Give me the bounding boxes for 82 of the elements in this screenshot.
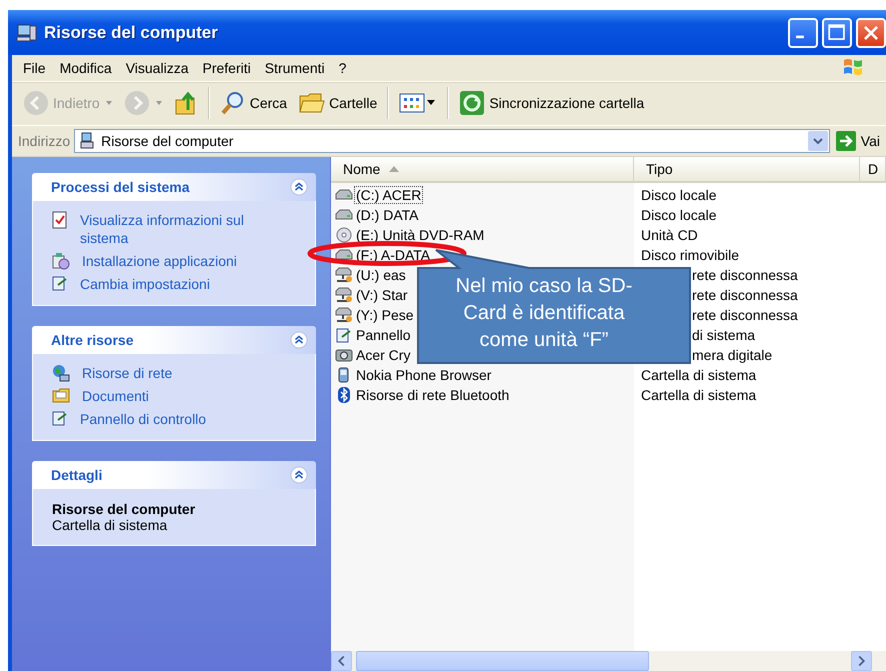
file-type: Disco locale: [641, 207, 716, 223]
callout-text: Nel mio caso la SD-Card è identificata come unità “F”: [454, 274, 634, 353]
windows-logo-icon: [842, 56, 864, 76]
minimize-button[interactable]: [788, 18, 818, 48]
sort-up-icon: [388, 165, 400, 173]
install-icon: [52, 252, 70, 270]
folders-button[interactable]: Cartelle: [294, 90, 382, 116]
file-name[interactable]: (V:) Star: [354, 286, 410, 304]
search-icon: [220, 90, 246, 116]
network-drive-icon: [335, 307, 353, 323]
scroll-left-button[interactable]: [331, 651, 352, 671]
task-link[interactable]: Pannello di controllo: [80, 410, 260, 428]
menu-item[interactable]: Visualizza: [120, 58, 194, 78]
menu-item[interactable]: Modifica: [54, 58, 118, 78]
address-field[interactable]: Risorse del computer: [74, 129, 830, 153]
file-name[interactable]: (D:) DATA: [354, 206, 420, 224]
file-name[interactable]: (C:) ACER: [354, 186, 424, 204]
file-type: Disco rimovibile: [641, 247, 740, 263]
arrow-right-icon: [836, 131, 856, 151]
search-button[interactable]: Cerca: [214, 88, 292, 118]
drive-icon: [335, 189, 353, 201]
control-panel-icon: [335, 327, 353, 343]
file-name[interactable]: (E:) Unità DVD-RAM: [354, 226, 486, 244]
scrollbar-thumb[interactable]: [356, 651, 649, 671]
file-type: rete disconnessa: [691, 267, 798, 283]
network-drive-icon: [335, 267, 353, 283]
task-panel-title: Dettagli: [51, 467, 102, 483]
drive-icon: [335, 249, 353, 261]
task-link[interactable]: Cambia impostazioni: [80, 275, 260, 293]
computer-icon: [79, 132, 96, 150]
task-panel-title: Processi del sistema: [51, 179, 190, 195]
disc-icon: [335, 227, 353, 243]
drive-icon: [335, 209, 353, 221]
column-header[interactable]: Nome: [331, 157, 634, 181]
folder-icon: [299, 92, 326, 114]
control-panel-icon: [52, 410, 68, 426]
close-button[interactable]: [856, 18, 886, 48]
details-type: Cartella di sistema: [52, 517, 168, 533]
go-button[interactable]: Vai: [834, 131, 882, 151]
task-link[interactable]: Installazione applicazioni: [82, 252, 262, 270]
column-header[interactable]: Tipo: [634, 157, 860, 181]
file-type: mera digitale: [691, 347, 772, 363]
details-name: Risorse del computer: [52, 501, 196, 517]
column-header[interactable]: D: [860, 157, 886, 181]
menu-item[interactable]: Strumenti: [258, 58, 331, 78]
window-title: Risorse del computer: [44, 22, 218, 42]
address-label: Indirizzo: [18, 133, 70, 149]
file-name[interactable]: Pannello: [354, 326, 412, 344]
file-name[interactable]: Nokia Phone Browser: [354, 366, 494, 384]
file-name[interactable]: (U:) eas: [354, 266, 408, 284]
task-link[interactable]: Documenti: [82, 387, 262, 405]
file-type: Unità CD: [641, 227, 698, 243]
collapse-chevron-icon[interactable]: [290, 178, 308, 196]
file-type: Cartella di sistema: [641, 367, 756, 383]
file-type: rete disconnessa: [691, 287, 798, 303]
task-panel-title: Altre risorse: [51, 332, 134, 348]
file-name[interactable]: Acer Cry: [354, 346, 412, 364]
globe-computer-icon: [52, 364, 70, 382]
menu-item[interactable]: File: [17, 58, 52, 78]
menu-item[interactable]: ?: [332, 58, 352, 78]
camera-icon: [335, 347, 353, 363]
sync-button[interactable]: Sincronizzazione cartella: [454, 88, 650, 118]
sync-icon: [459, 90, 486, 116]
control-panel-icon: [52, 275, 68, 291]
task-link[interactable]: Risorse di rete: [82, 364, 262, 382]
collapse-chevron-icon[interactable]: [290, 331, 308, 349]
file-type: di sistema: [691, 327, 756, 343]
maximize-button[interactable]: [822, 18, 852, 48]
scroll-right-button[interactable]: [851, 651, 872, 671]
computer-icon: [16, 22, 38, 42]
task-link[interactable]: Visualizza informazioni sul sistema: [80, 211, 260, 247]
checklist-icon: [52, 211, 68, 229]
documents-icon: [52, 387, 70, 403]
collapse-chevron-icon[interactable]: [290, 466, 308, 484]
file-type: Disco locale: [641, 187, 716, 203]
file-name[interactable]: (Y:) Pese: [354, 306, 416, 324]
file-type: rete disconnessa: [691, 307, 798, 323]
views-grid-icon: [399, 92, 438, 114]
network-drive-icon: [335, 287, 353, 303]
file-name[interactable]: Risorse di rete Bluetooth: [354, 386, 512, 404]
file-type: Cartella di sistema: [641, 387, 756, 403]
menu-item[interactable]: Preferiti: [196, 58, 257, 78]
